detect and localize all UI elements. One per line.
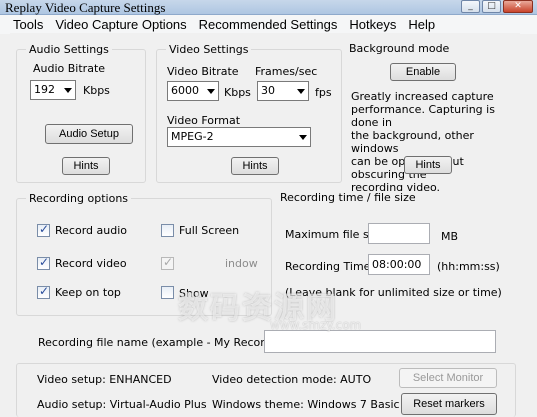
max-file-size-unit: MB: [441, 230, 459, 243]
checkmark-icon: ✓: [39, 222, 50, 236]
video-format-select[interactable]: MPEG-2: [167, 127, 311, 147]
recording-time-legend: Recording time / file size: [277, 191, 419, 204]
video-bitrate-value: 6000: [171, 84, 199, 97]
menu-tools[interactable]: Tools: [13, 17, 43, 32]
menu-bar: Tools Video Capture Options Recommended …: [0, 15, 537, 34]
recording-time-input[interactable]: 08:00:00: [368, 254, 430, 275]
menu-video-capture-options[interactable]: Video Capture Options: [55, 17, 186, 32]
recording-options-legend: Recording options: [26, 192, 132, 205]
fps-select[interactable]: 30: [257, 81, 309, 101]
recording-options-group: Recording options ✓ Record audio ✓ Recor…: [16, 192, 272, 316]
show-checkbox[interactable]: [161, 286, 174, 299]
record-video-checkbox[interactable]: ✓: [37, 255, 50, 270]
window-checkbox[interactable]: ✓: [161, 255, 174, 270]
windows-theme-status: Windows theme: Windows 7 Basic: [212, 398, 400, 411]
audio-setup-button[interactable]: Audio Setup: [45, 124, 133, 144]
reset-markers-button[interactable]: Reset markers: [401, 393, 497, 415]
audio-settings-group: Audio Settings Audio Bitrate 192 Kbps Au…: [16, 43, 146, 183]
checkmark-icon: ✓: [39, 255, 50, 269]
recording-filename-label: Recording file name (example - My Record…: [38, 336, 293, 349]
window-label: indow: [225, 257, 258, 270]
video-hints-button[interactable]: Hints: [231, 157, 279, 175]
maximize-button[interactable]: □: [482, 0, 501, 13]
recording-filename-input[interactable]: [264, 330, 496, 353]
minimize-button[interactable]: _: [461, 0, 480, 13]
video-setup-status: Video setup: ENHANCED: [37, 373, 172, 386]
fps-label: Frames/sec: [255, 65, 318, 78]
chevron-down-icon: [207, 89, 215, 94]
chevron-down-icon: [297, 89, 305, 94]
settings-panel: Audio Settings Audio Bitrate 192 Kbps Au…: [10, 33, 520, 417]
chevron-down-icon: [64, 88, 72, 93]
audio-settings-legend: Audio Settings: [26, 43, 112, 56]
record-video-label: Record video: [55, 257, 127, 270]
audio-bitrate-unit: Kbps: [83, 84, 110, 97]
audio-bitrate-label: Audio Bitrate: [33, 62, 106, 75]
full-screen-label: Full Screen: [179, 224, 240, 237]
recording-time-note: (Leave blank for unlimited size or time): [285, 286, 502, 299]
video-bitrate-select[interactable]: 6000: [167, 81, 219, 101]
video-settings-group: Video Settings Video Bitrate 6000 Kbps F…: [156, 43, 342, 183]
audio-bitrate-select[interactable]: 192: [30, 80, 76, 100]
keep-on-top-label: Keep on top: [55, 286, 121, 299]
background-mode-group: Background mode Enable Greatly increased…: [338, 42, 516, 194]
menu-recommended-settings[interactable]: Recommended Settings: [199, 17, 338, 32]
recording-time-format: (hh:mm:ss): [437, 260, 500, 273]
audio-bitrate-value: 192: [34, 83, 55, 96]
checkmark-icon: ✓: [163, 255, 174, 269]
background-description: Greatly increased capture performance. C…: [351, 90, 495, 194]
window-title: Replay Video Capture Settings: [5, 0, 166, 15]
background-enable-button[interactable]: Enable: [390, 63, 456, 81]
fps-value: 30: [261, 84, 275, 97]
video-bitrate-label: Video Bitrate: [167, 65, 239, 78]
recording-time-label: Recording Time: [285, 260, 371, 273]
video-format-label: Video Format: [167, 114, 241, 127]
full-screen-checkbox[interactable]: [161, 224, 174, 237]
video-bitrate-unit: Kbps: [224, 86, 251, 99]
menu-hotkeys[interactable]: Hotkeys: [349, 17, 396, 32]
menu-help[interactable]: Help: [408, 17, 435, 32]
recording-time-group: Recording time / file size Maximum file …: [275, 191, 516, 316]
video-settings-legend: Video Settings: [166, 43, 252, 56]
show-label: Show: [179, 287, 209, 300]
video-format-value: MPEG-2: [171, 130, 214, 143]
background-hints-button[interactable]: Hints: [404, 156, 452, 174]
fps-unit: fps: [315, 86, 332, 99]
background-mode-legend: Background mode: [346, 42, 453, 55]
chevron-down-icon: [299, 135, 307, 140]
audio-setup-status: Audio setup: Virtual-Audio Plus: [37, 398, 207, 411]
keep-on-top-checkbox[interactable]: ✓: [37, 284, 50, 299]
checkmark-icon: ✓: [39, 284, 50, 298]
audio-hints-button[interactable]: Hints: [62, 157, 110, 175]
select-monitor-button[interactable]: Select Monitor: [399, 368, 497, 388]
record-audio-checkbox[interactable]: ✓: [37, 222, 50, 237]
title-bar: Replay Video Capture Settings _ □ ✕: [0, 0, 537, 15]
max-file-size-input[interactable]: [368, 223, 430, 244]
detection-mode-status: Video detection mode: AUTO: [212, 373, 372, 386]
close-button[interactable]: ✕: [503, 0, 533, 13]
record-audio-label: Record audio: [55, 224, 127, 237]
